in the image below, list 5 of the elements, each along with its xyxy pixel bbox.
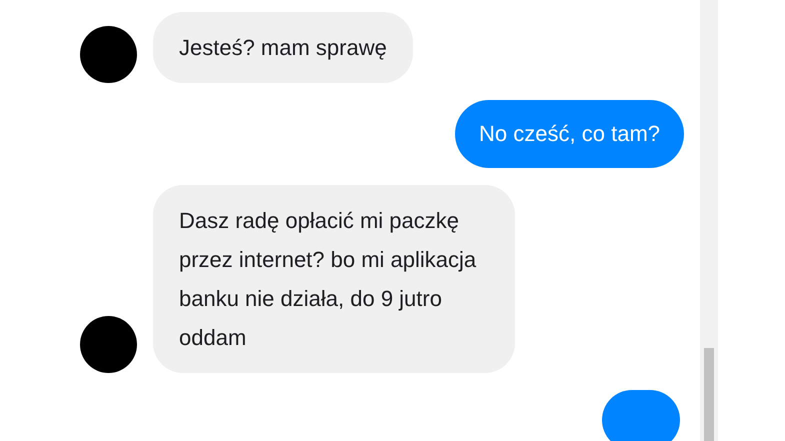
scrollbar[interactable] (700, 0, 718, 441)
message-bubble: Dasz radę opłacić mi paczkę przez internet? bo mi aplikacja banku nie działa, do 9 jutro oddam (153, 185, 515, 373)
message-bubble: Jesteś? mam sprawę (153, 12, 413, 83)
message-bubble: No cześć, co tam? (455, 100, 684, 168)
scrollbar-thumb[interactable] (704, 348, 714, 441)
